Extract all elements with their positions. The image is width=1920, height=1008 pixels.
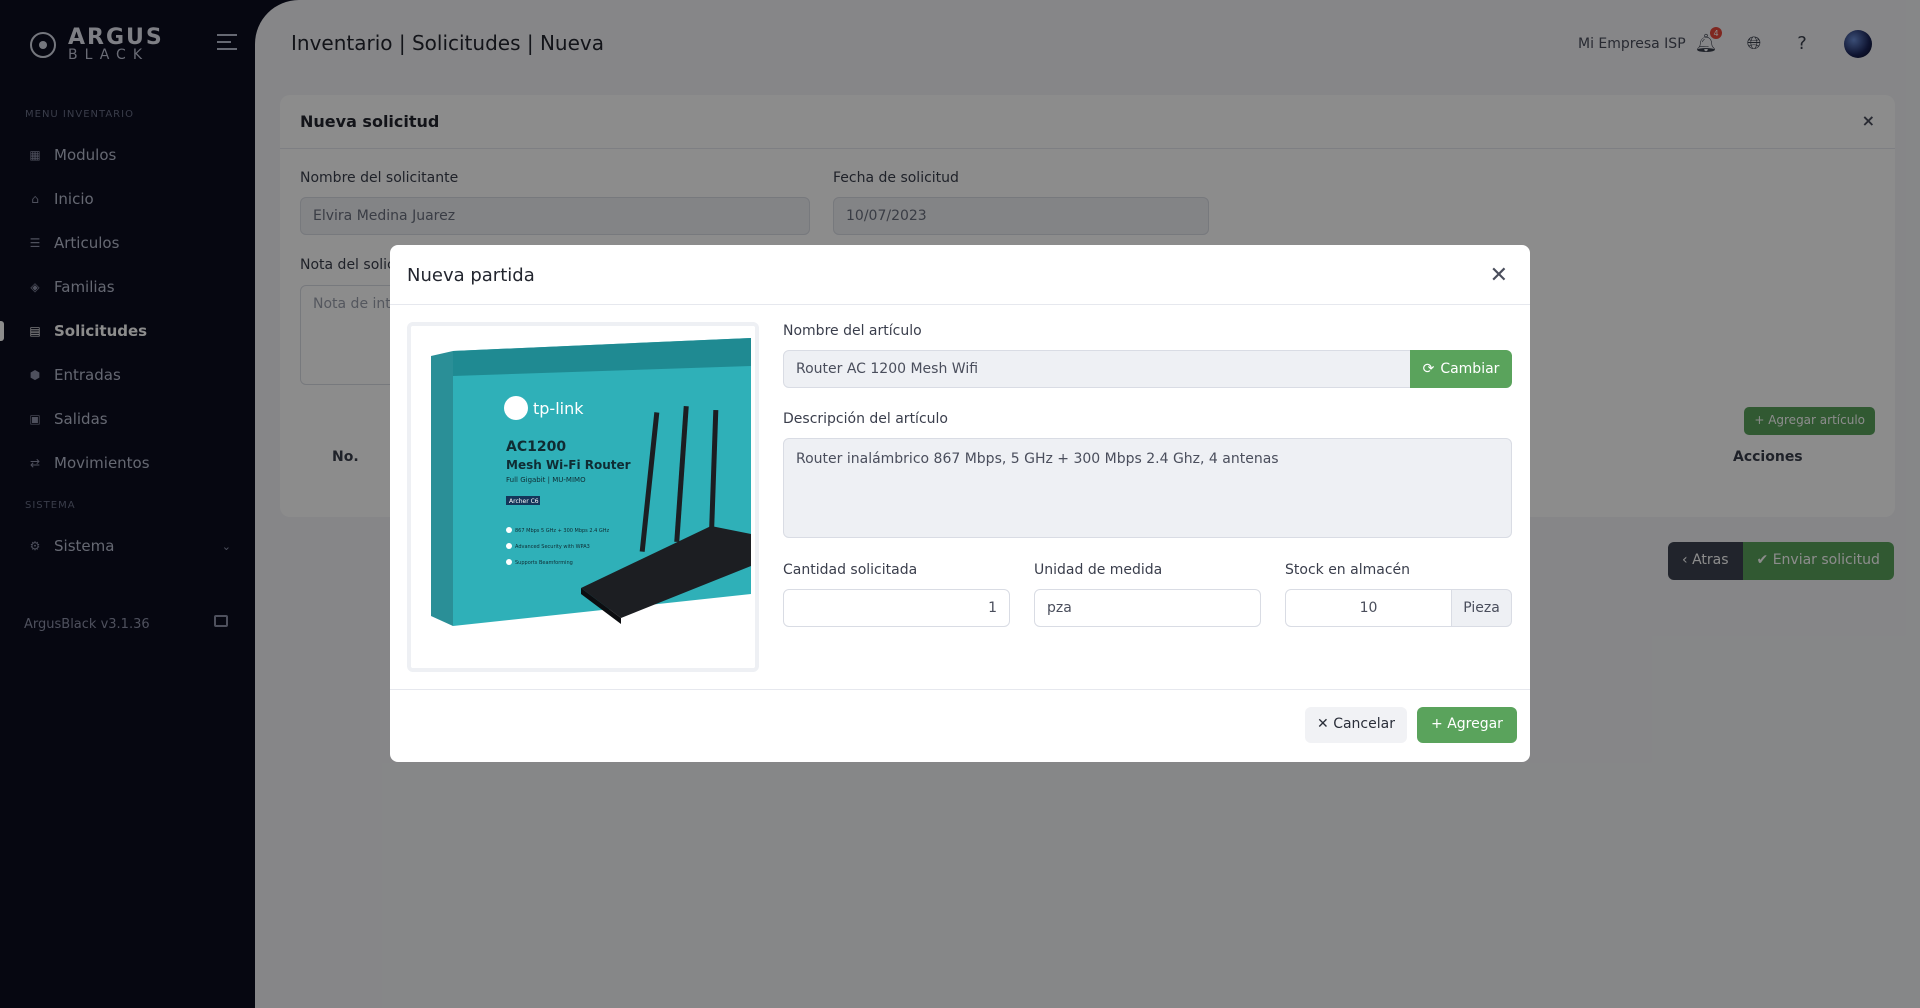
box-bullet: Supports Beamforming	[515, 560, 573, 566]
stock-field: 10	[1285, 589, 1452, 627]
box-sku: Archer C6	[509, 498, 539, 505]
box-name: Mesh Wi-Fi Router	[506, 458, 631, 472]
close-icon: ✕	[1317, 716, 1329, 732]
cancel-button[interactable]: ✕ Cancelar	[1305, 707, 1407, 743]
new-item-modal: Nueva partida ✕ tp-link AC1200 Mesh Wi-F…	[390, 245, 1530, 762]
modal-header: Nueva partida ✕	[390, 245, 1530, 305]
add-button[interactable]: + Agregar	[1417, 707, 1517, 743]
box-brand: tp-link	[533, 399, 584, 418]
quantity-label: Cantidad solicitada	[783, 562, 918, 578]
plus-icon: +	[1431, 716, 1443, 732]
article-name-label: Nombre del artículo	[783, 323, 922, 339]
box-line: Full Gigabit | MU-MIMO	[506, 476, 586, 484]
modal-title: Nueva partida	[407, 265, 535, 286]
article-description-textarea[interactable]: Router inalámbrico 867 Mbps, 5 GHz + 300…	[783, 438, 1512, 538]
router-box-illustration: tp-link AC1200 Mesh Wi-Fi Router Full Gi…	[411, 326, 755, 668]
close-icon[interactable]: ✕	[1490, 263, 1508, 288]
box-model: AC1200	[506, 439, 566, 455]
refresh-icon: ⟳	[1422, 361, 1435, 377]
modal-divider	[390, 689, 1530, 690]
cancel-label: Cancelar	[1333, 716, 1395, 732]
change-article-button[interactable]: ⟳ Cambiar	[1410, 350, 1512, 388]
stock-unit-addon: Pieza	[1451, 589, 1512, 627]
change-label: Cambiar	[1440, 361, 1500, 377]
product-image: tp-link AC1200 Mesh Wi-Fi Router Full Gi…	[407, 322, 759, 672]
add-label: Agregar	[1447, 716, 1503, 732]
quantity-field[interactable]: 1	[783, 589, 1010, 627]
unit-field[interactable]: pza	[1034, 589, 1261, 627]
stock-label: Stock en almacén	[1285, 562, 1411, 578]
article-name-field[interactable]: Router AC 1200 Mesh Wifi	[783, 350, 1411, 388]
unit-label: Unidad de medida	[1034, 562, 1163, 578]
box-bullet: Advanced Security with WPA3	[515, 544, 590, 550]
box-bullet: 867 Mbps 5 GHz + 300 Mbps 2.4 GHz	[515, 528, 610, 534]
article-description-label: Descripción del artículo	[783, 411, 948, 427]
